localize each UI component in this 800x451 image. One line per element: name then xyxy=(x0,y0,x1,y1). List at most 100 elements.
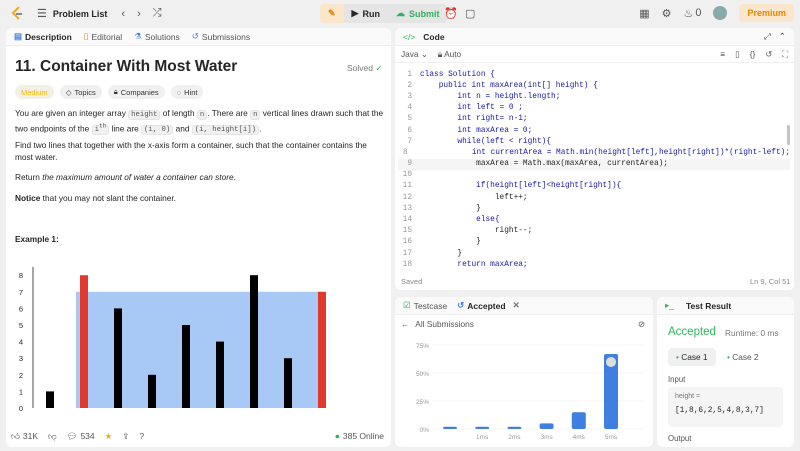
companies-button[interactable]: 🔒︎ Companies xyxy=(107,85,165,99)
case-2-tab[interactable]: • Case 2 xyxy=(727,352,759,362)
leetcode-logo-icon[interactable] xyxy=(10,6,24,21)
code-line[interactable]: 3 int n = height.length; xyxy=(398,91,790,102)
settings-gear-icon[interactable]: ⚙ xyxy=(662,7,672,20)
dislike-icon[interactable]: 👎︎ xyxy=(48,431,57,442)
code-editor[interactable]: 1 class Solution {2 public int maxArea(in… xyxy=(398,69,790,270)
share-icon[interactable]: ⇪ xyxy=(122,431,129,442)
code-line[interactable]: 5 int right= n-1; xyxy=(398,114,790,125)
layout-grid-icon[interactable]: ▦ xyxy=(639,7,649,20)
y-tick-label: 25% xyxy=(416,399,429,406)
online-count: ● 385 Online xyxy=(334,431,384,441)
topics-button[interactable]: ◇ Topics xyxy=(59,85,102,99)
code-title: Code xyxy=(423,31,445,42)
line-number: 16 xyxy=(402,238,412,247)
code-line[interactable]: 12 left++; xyxy=(398,192,790,203)
lightbulb-icon: ◌ xyxy=(176,87,182,97)
code-line[interactable]: 11 if(height[left]<height[right]){ xyxy=(398,181,790,192)
code-line[interactable]: 9 maxArea = Math.max(maxArea, currentAre… xyxy=(398,158,790,170)
comments-button[interactable]: 💬︎ 534 xyxy=(67,431,95,442)
shuffle-icon[interactable]: ⤮ xyxy=(153,7,162,20)
example-heading: Example 1: xyxy=(15,234,59,244)
code-line[interactable]: 13 } xyxy=(398,203,790,214)
braces-icon[interactable]: {} xyxy=(750,49,756,59)
code-line[interactable]: 14 else{ xyxy=(398,214,790,225)
y-tick-label: 3 xyxy=(19,354,23,363)
language-select[interactable]: Java ⌄ xyxy=(401,49,428,59)
tab-solutions[interactable]: ⚗ Solutions xyxy=(134,31,180,42)
user-avatar-marker xyxy=(606,356,616,367)
code-line[interactable]: 4 int left = 0 ; xyxy=(398,103,790,114)
bug-icon: ✎ xyxy=(328,8,336,18)
code-line[interactable]: 1 class Solution { xyxy=(398,69,790,80)
help-icon[interactable]: ? xyxy=(139,431,144,441)
terminal-icon: ▸_ xyxy=(665,300,674,310)
line-number: 7 xyxy=(407,137,412,146)
height-bar xyxy=(284,358,292,408)
flask-icon: ⚗ xyxy=(134,31,142,41)
reset-icon[interactable]: ↺ xyxy=(765,49,772,59)
lock-icon: 🔒︎ xyxy=(113,87,118,96)
tab-submissions[interactable]: ↺ Submissions xyxy=(192,31,250,42)
bookmark-icon[interactable]: ▯ xyxy=(735,49,740,59)
premium-button[interactable]: Premium xyxy=(739,4,794,22)
save-status: Saved xyxy=(401,277,423,286)
code-line[interactable]: 15 right--; xyxy=(398,226,790,237)
streak-fire-icon[interactable]: ♨ 0 xyxy=(683,7,701,20)
code-text: int left = 0 ; xyxy=(420,104,523,113)
online-dot-icon: ● xyxy=(334,431,340,441)
problem-list-icon[interactable]: ☰ xyxy=(37,7,47,20)
link-icon[interactable]: ⊘ xyxy=(638,319,645,329)
tab-description[interactable]: ▤ Description xyxy=(14,31,72,42)
all-submissions-link[interactable]: All Submissions xyxy=(415,319,474,329)
code-line[interactable]: 17 } xyxy=(398,248,790,259)
runtime-text: Runtime: 0 ms xyxy=(725,328,779,338)
code-line[interactable]: 6 int maxArea = 0; xyxy=(398,125,790,136)
collapse-icon[interactable]: ⌃ xyxy=(779,31,786,42)
y-tick-label: 5 xyxy=(19,321,23,330)
line-number: 17 xyxy=(402,249,412,258)
autocomplete-toggle[interactable]: 🔒︎ Auto xyxy=(438,49,461,60)
code-line[interactable]: 18 return maxArea; xyxy=(398,259,790,270)
next-problem-icon[interactable]: › xyxy=(137,8,141,20)
code-line[interactable]: 2 public int maxArea(int[] height) { xyxy=(398,80,790,91)
history-icon: ↺ xyxy=(457,300,465,310)
star-icon[interactable]: ★ xyxy=(105,431,113,442)
debug-button[interactable]: ✎ xyxy=(320,4,344,23)
pass-dot-icon: • xyxy=(727,352,730,362)
prev-problem-icon[interactable]: ‹ xyxy=(121,8,125,20)
example-chart: 0 1 2 3 4 5 6 7 8 xyxy=(19,266,326,413)
tab-accepted[interactable]: ↺ Accepted ✕ xyxy=(457,300,520,311)
height-bar xyxy=(114,308,122,408)
case-1-tab[interactable]: • Case 1 xyxy=(668,348,716,366)
tab-testcase[interactable]: ☑ Testcase xyxy=(403,300,447,311)
expand-icon[interactable]: ⤢ xyxy=(764,31,771,42)
problem-title[interactable]: 11. Container With Most Water xyxy=(15,58,237,76)
alarm-icon[interactable]: ⏰ xyxy=(444,7,458,20)
problem-list-link[interactable]: Problem List xyxy=(53,9,108,19)
hint-button[interactable]: ◌ Hint xyxy=(170,85,204,99)
avatar[interactable] xyxy=(713,6,728,20)
code-line[interactable]: 8 int currentArea = Math.min(height[left… xyxy=(398,147,790,158)
run-button[interactable]: ▶ Run xyxy=(344,4,388,23)
y-tick-label: 7 xyxy=(19,288,23,297)
difficulty-badge[interactable]: Medium xyxy=(15,85,54,99)
like-button[interactable]: 👍︎ 31K xyxy=(11,431,38,442)
code-line[interactable]: 7 while(left < right){ xyxy=(398,136,790,147)
code-line[interactable]: 10 xyxy=(398,170,790,181)
code-line[interactable]: 16 } xyxy=(398,237,790,248)
code-text: else{ xyxy=(420,216,500,225)
fullscreen-icon[interactable]: ⛶ xyxy=(782,49,788,60)
editor-scrollbar[interactable] xyxy=(787,125,790,145)
runtime-bar xyxy=(507,426,522,429)
tab-editorial[interactable]: ▯ Editorial xyxy=(84,31,122,42)
code-text: return maxArea; xyxy=(420,260,528,269)
close-tab-icon[interactable]: ✕ xyxy=(513,300,520,311)
x-tick-label: 1ms xyxy=(476,434,489,441)
line-number: 3 xyxy=(407,92,412,101)
submit-button[interactable]: ☁ Submit xyxy=(388,4,448,23)
runtime-bar xyxy=(443,426,457,429)
note-icon[interactable]: ▢ xyxy=(465,7,475,20)
format-icon[interactable]: ≡ xyxy=(720,49,725,59)
cursor-position: Ln 9, Col 51 xyxy=(750,277,791,286)
back-arrow-icon[interactable]: ← xyxy=(401,319,409,329)
